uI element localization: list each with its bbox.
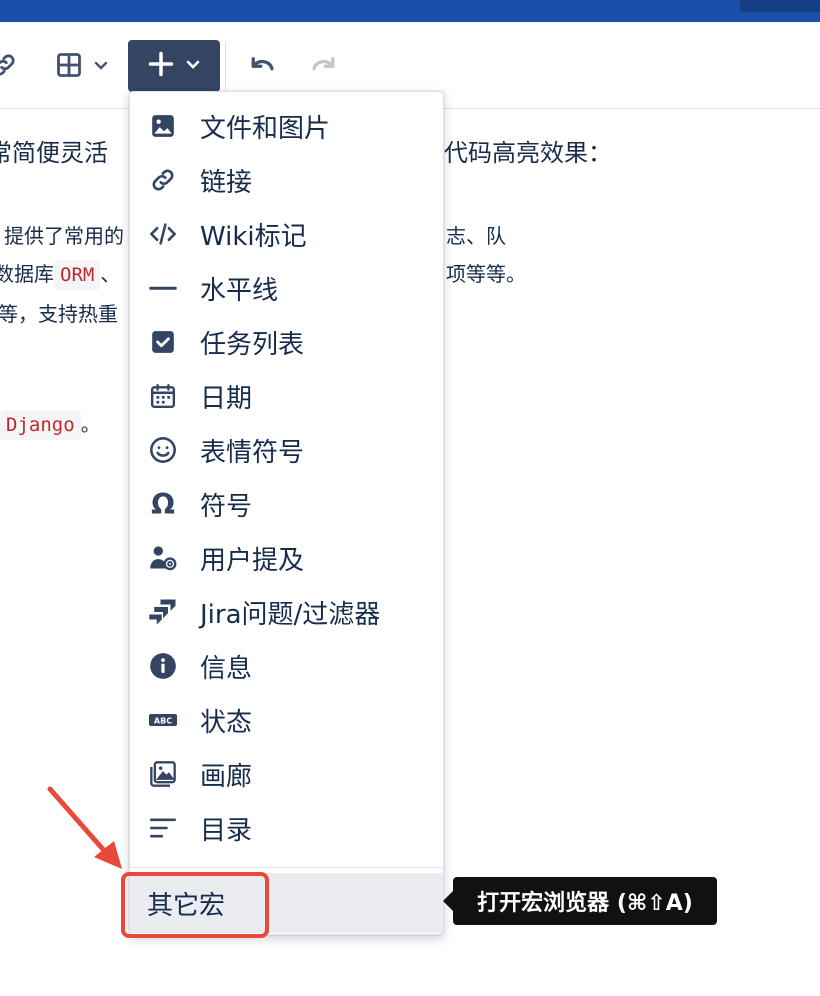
table-icon	[55, 51, 83, 83]
paragraph-line-1-right: 代码高亮效果：	[444, 139, 612, 167]
gallery-icon	[146, 757, 180, 791]
link-icon	[0, 51, 18, 83]
paragraph-line-2: 提供了常用的	[4, 224, 124, 248]
menu-item-link[interactable]: 链接	[130, 153, 443, 207]
menu-item-jira-issue[interactable]: Jira问题/过滤器	[130, 585, 443, 639]
menu-item-label: 文件和图片	[200, 113, 331, 144]
menu-item-label: 目录	[200, 815, 253, 846]
menu-item-label: 画廊	[200, 761, 253, 792]
inline-code: Django	[0, 410, 81, 440]
calendar-icon	[146, 379, 180, 413]
toc-icon	[146, 811, 180, 845]
macro-browser-tooltip: 打开宏浏览器 (⌘⇧A)	[443, 877, 717, 925]
menu-item-status[interactable]: ABC 状态	[130, 693, 443, 747]
jira-icon	[146, 595, 180, 629]
annotation-arrow-icon	[47, 786, 122, 869]
paragraph-line-2-right: 志、队	[446, 224, 506, 248]
toolbar-separator	[225, 42, 226, 90]
menu-item-date[interactable]: 日期	[130, 369, 443, 423]
top-navigation-bar	[0, 0, 820, 22]
topbar-right-control[interactable]	[740, 0, 820, 12]
text-fragment: 、	[100, 262, 121, 286]
annotation-highlight-box	[121, 872, 269, 938]
menu-item-label: Wiki标记	[200, 221, 307, 252]
paragraph-line-4: 等，支持热重	[0, 302, 118, 326]
insert-dropdown-menu: 文件和图片 链接 Wiki标记 水平线 任务列表 日期 表情符号 Ω 符号 用户…	[129, 91, 444, 935]
menu-item-label: 链接	[200, 167, 253, 198]
text-fragment: 。	[80, 412, 101, 436]
checkbox-icon	[146, 325, 180, 359]
inline-code: ORM	[54, 260, 101, 290]
undo-button[interactable]	[242, 52, 282, 82]
status-icon: ABC	[146, 703, 180, 737]
menu-item-label: 信息	[200, 653, 253, 684]
menu-item-symbol[interactable]: Ω 符号	[130, 477, 443, 531]
menu-item-gallery[interactable]: 画廊	[130, 747, 443, 801]
menu-item-label: Jira问题/过滤器	[200, 599, 381, 630]
emoji-icon	[146, 433, 180, 467]
code-icon	[146, 217, 180, 251]
paragraph-line-3-right: 项等等。	[446, 262, 526, 286]
menu-item-files-images[interactable]: 文件和图片	[130, 99, 443, 153]
paragraph-line-1: 常简便灵活	[0, 139, 108, 167]
menu-item-info[interactable]: 信息	[130, 639, 443, 693]
chevron-down-icon	[93, 57, 109, 77]
link-button[interactable]	[0, 52, 22, 82]
table-button[interactable]	[50, 52, 114, 82]
menu-item-emoji[interactable]: 表情符号	[130, 423, 443, 477]
paragraph-line-5: Django。	[0, 408, 101, 440]
redo-icon	[309, 50, 339, 84]
paragraph-line-3: 数据库 ORM、	[0, 258, 121, 290]
menu-item-label: 表情符号	[200, 437, 305, 468]
menu-item-horizontal-rule[interactable]: 水平线	[130, 261, 443, 315]
menu-item-label: 任务列表	[200, 329, 305, 360]
menu-item-label: 日期	[200, 383, 253, 414]
mention-icon	[146, 541, 180, 575]
redo-button[interactable]	[304, 52, 344, 82]
info-icon	[146, 649, 180, 683]
menu-divider	[130, 867, 443, 868]
menu-item-task-list[interactable]: 任务列表	[130, 315, 443, 369]
menu-item-label: 符号	[200, 491, 253, 522]
menu-item-label: 状态	[200, 707, 253, 738]
menu-item-table-of-contents[interactable]: 目录	[130, 801, 443, 855]
link-icon	[146, 163, 180, 197]
chevron-down-icon	[185, 56, 201, 76]
menu-item-label: 水平线	[200, 275, 279, 306]
image-icon	[146, 109, 180, 143]
horizontal-rule-icon	[146, 271, 180, 305]
omega-icon: Ω	[151, 487, 175, 521]
menu-item-user-mention[interactable]: 用户提及	[130, 531, 443, 585]
insert-menu-button[interactable]	[128, 40, 220, 92]
plus-icon	[147, 50, 175, 82]
menu-item-label: 用户提及	[200, 545, 305, 576]
text-fragment: 数据库	[0, 262, 54, 286]
svg-text:ABC: ABC	[154, 717, 172, 726]
undo-icon	[247, 50, 277, 84]
menu-item-wiki-markup[interactable]: Wiki标记	[130, 207, 443, 261]
